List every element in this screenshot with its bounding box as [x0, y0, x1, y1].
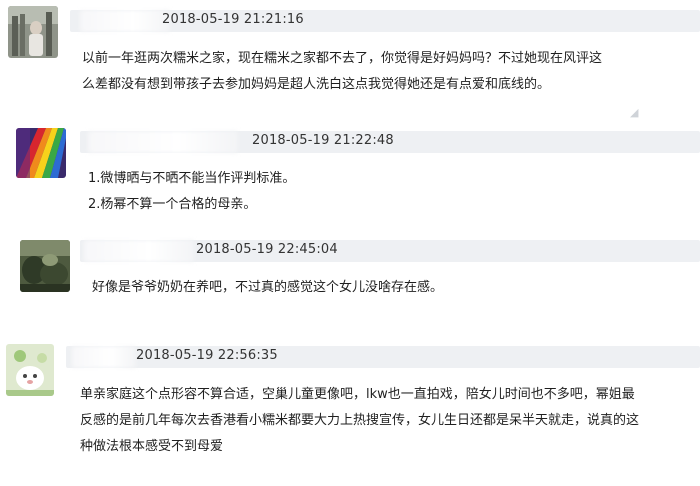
avatar-image — [8, 6, 58, 58]
username-blurred[interactable] — [72, 346, 136, 368]
reply-icon[interactable]: ◢ — [630, 106, 638, 119]
avatar[interactable] — [8, 6, 58, 58]
comment-timestamp: 2018-05-19 21:22:48 — [252, 133, 394, 148]
comment-timestamp: 2018-05-19 21:21:16 — [162, 12, 304, 27]
avatar-image — [6, 344, 54, 396]
avatar[interactable] — [16, 128, 66, 178]
avatar[interactable] — [20, 240, 70, 292]
comment-line: 种做法根本感受不到母爱 — [80, 439, 224, 454]
avatar-image — [16, 128, 66, 178]
comment-text: 好像是爷爷奶奶在养吧，不过真的感觉这个女儿没啥存在感。 — [92, 275, 443, 301]
comment-text: 1.微博晒与不晒不能当作评判标准。 2.杨幂不算一个合格的母亲。 — [88, 166, 295, 218]
comment-line: 么差都没有想到带孩子去参加妈妈是超人洗白这点我觉得她还是有点爱和底线的。 — [82, 77, 551, 92]
comment-line: 反感的是前几年每次去香港看小糯米都要大力上热搜宣传，女儿生日还都是呆半天就走，说… — [80, 413, 640, 428]
comment-line: 2.杨幂不算一个合格的母亲。 — [88, 197, 257, 212]
comment-line: 好像是爷爷奶奶在养吧，不过真的感觉这个女儿没啥存在感。 — [92, 280, 444, 295]
comment-text: 以前一年逛两次糯米之家，现在糯米之家都不去了，你觉得是好妈妈吗？不过她现在风评这… — [82, 46, 602, 98]
comment-line: 以前一年逛两次糯米之家，现在糯米之家都不去了，你觉得是好妈妈吗？不过她现在风评这 — [82, 51, 603, 66]
comment-line: 单亲家庭这个点形容不算合适，空巢儿童更像吧，lkw也一直拍戏，陪女儿时间也不多吧… — [80, 387, 635, 402]
comment-timestamp: 2018-05-19 22:45:04 — [196, 242, 338, 257]
username-blurred[interactable] — [88, 131, 238, 153]
avatar[interactable] — [6, 344, 54, 396]
comment-line: 1.微博晒与不晒不能当作评判标准。 — [88, 171, 296, 186]
avatar-image — [20, 240, 70, 292]
comment-timestamp: 2018-05-19 22:56:35 — [136, 348, 278, 363]
username-blurred[interactable] — [80, 10, 170, 32]
comment-text: 单亲家庭这个点形容不算合适，空巢儿童更像吧，lkw也一直拍戏，陪女儿时间也不多吧… — [80, 382, 639, 460]
username-blurred[interactable] — [84, 240, 194, 262]
